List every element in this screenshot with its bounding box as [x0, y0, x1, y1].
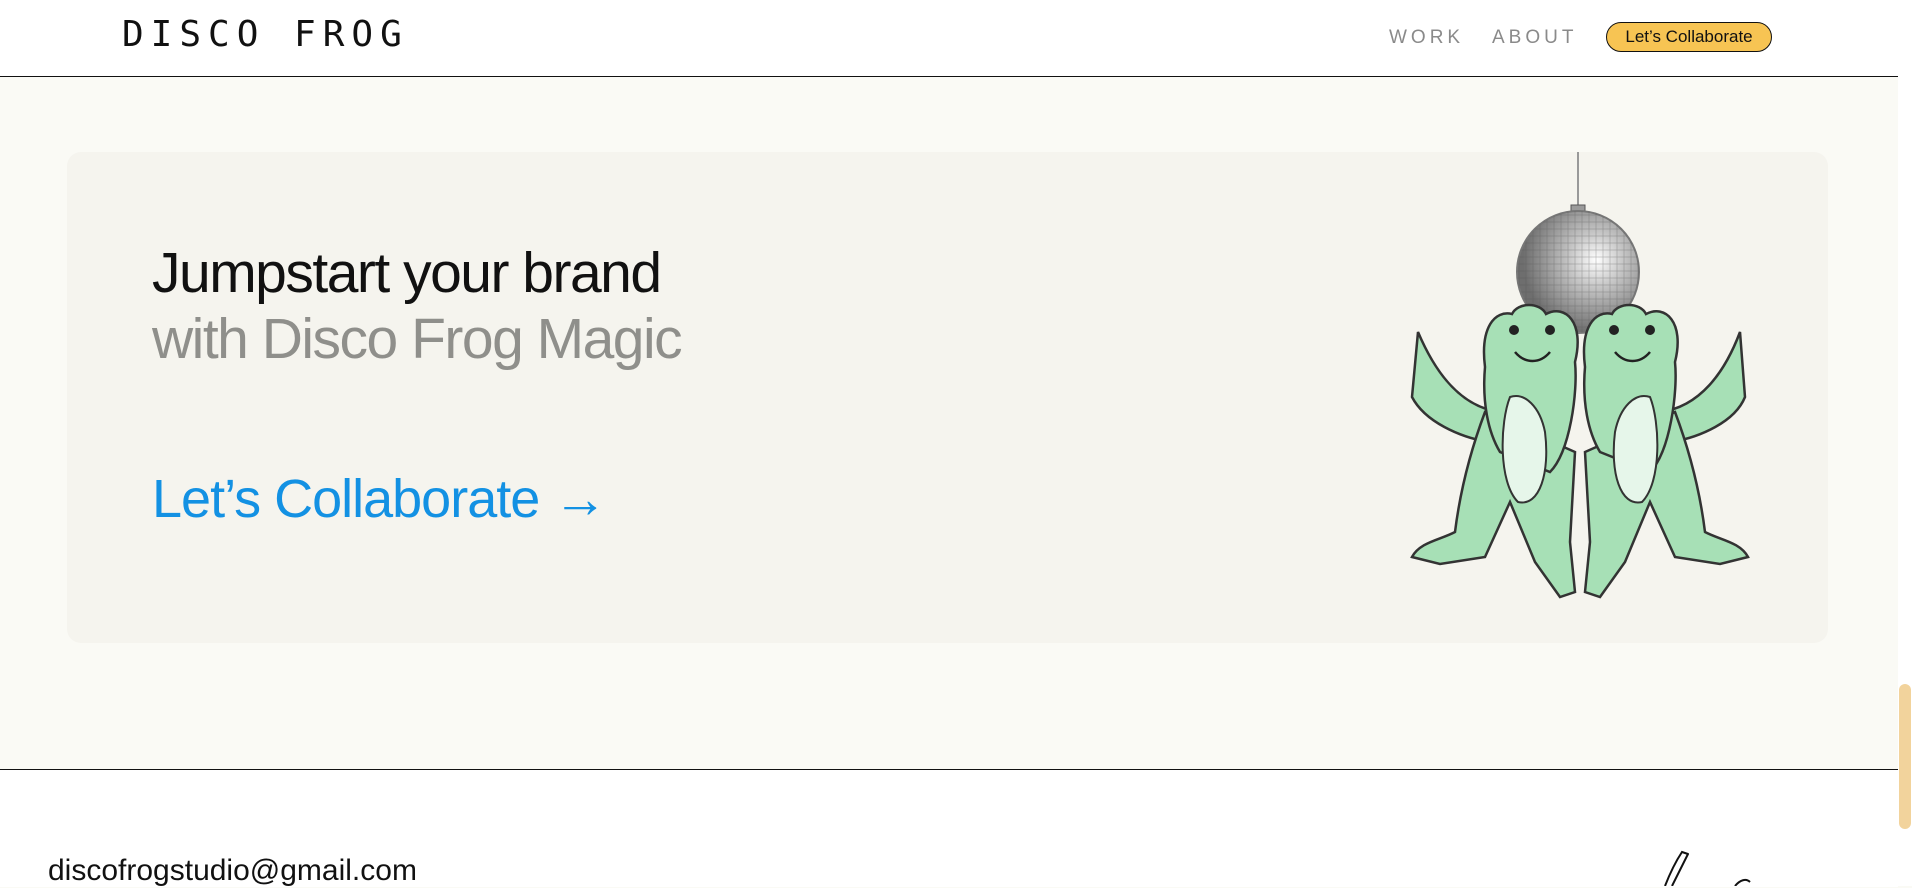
- nav-work-link[interactable]: WORK: [1389, 27, 1464, 49]
- collaborate-link[interactable]: Let’s Collaborate →: [152, 468, 607, 530]
- nav-about-link[interactable]: ABOUT: [1492, 27, 1577, 49]
- header-collaborate-button[interactable]: Let’s Collaborate: [1606, 22, 1772, 52]
- frog-left-icon: [1410, 303, 1579, 599]
- scrollbar-thumb[interactable]: [1899, 684, 1911, 829]
- site-header: DISCO FROG WORK ABOUT Let’s Collaborate: [0, 0, 1898, 77]
- footer-email-link[interactable]: discofrogstudio@gmail.com: [48, 854, 417, 888]
- logo[interactable]: DISCO FROG: [122, 14, 409, 55]
- hero-headline: Jumpstart your brand: [152, 241, 662, 305]
- pencil-doodle-icon: [1664, 850, 1751, 886]
- frog-right-icon: [1582, 303, 1750, 599]
- hero-subheadline: with Disco Frog Magic: [152, 307, 683, 371]
- dancing-frogs-illustration: [1410, 152, 1750, 599]
